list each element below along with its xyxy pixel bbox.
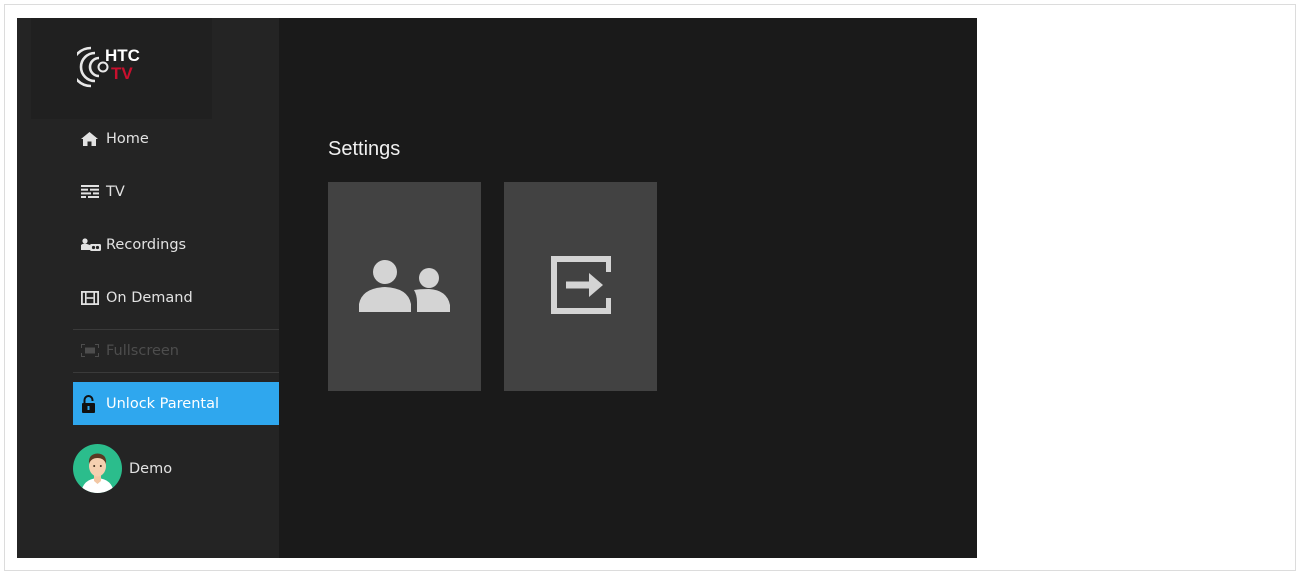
sidebar-item-tv[interactable]: TV bbox=[73, 170, 279, 213]
logo-htc-text: HTC bbox=[105, 46, 140, 65]
sidebar-item-label: TV bbox=[106, 183, 125, 200]
sidebar-item-label: Fullscreen bbox=[106, 342, 179, 359]
users-settings-tile[interactable] bbox=[328, 182, 481, 391]
home-icon bbox=[73, 131, 101, 146]
sidebar-item-home[interactable]: Home bbox=[73, 117, 279, 160]
user-name: Demo bbox=[129, 460, 173, 477]
app-window: HTC TV Home TV Recordings On Demand Full… bbox=[17, 18, 977, 558]
users-icon bbox=[358, 258, 451, 316]
film-icon bbox=[73, 290, 101, 305]
recordings-icon bbox=[73, 238, 101, 251]
logo: HTC TV bbox=[31, 18, 212, 119]
fullscreen-icon bbox=[73, 344, 101, 357]
sidebar: HTC TV Home TV Recordings On Demand Full… bbox=[17, 18, 279, 558]
sidebar-item-label: Recordings bbox=[106, 236, 187, 253]
page-title: Settings bbox=[328, 138, 401, 160]
sidebar-item-label: Home bbox=[106, 130, 149, 147]
logout-tile[interactable] bbox=[504, 182, 657, 391]
sidebar-item-recordings[interactable]: Recordings bbox=[73, 223, 279, 266]
logout-icon bbox=[550, 255, 612, 318]
sidebar-item-label: Unlock Parental bbox=[106, 395, 220, 412]
htc-tv-logo-icon: HTC TV bbox=[77, 46, 140, 88]
sidebar-item-unlock-parental[interactable]: Unlock Parental bbox=[73, 382, 279, 425]
lock-icon bbox=[73, 394, 101, 413]
avatar bbox=[73, 444, 122, 493]
guide-icon bbox=[73, 185, 101, 198]
sidebar-item-label: On Demand bbox=[106, 289, 193, 306]
sidebar-item-fullscreen: Fullscreen bbox=[73, 329, 279, 372]
sidebar-item-on-demand[interactable]: On Demand bbox=[73, 276, 279, 319]
logo-tv-text: TV bbox=[111, 64, 133, 83]
sidebar-divider bbox=[73, 372, 279, 373]
user-profile[interactable]: Demo bbox=[73, 444, 172, 493]
